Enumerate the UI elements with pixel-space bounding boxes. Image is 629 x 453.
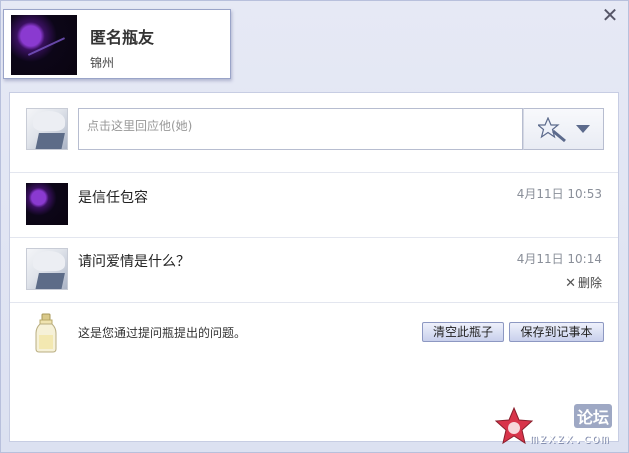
close-icon[interactable]: ✕: [600, 5, 620, 25]
message-time: 4月11日 10:53: [516, 187, 602, 201]
delete-button[interactable]: ✕ 删除: [565, 274, 602, 291]
message-text: 是信任包容: [78, 190, 148, 206]
magic-wand-icon: [538, 117, 566, 143]
sender-avatar: [26, 248, 68, 290]
sender-avatar: [26, 183, 68, 225]
profile-name: 匿名瓶友: [90, 28, 155, 47]
message-time: 4月11日 10:14: [516, 252, 602, 266]
profile-avatar: [11, 15, 77, 75]
reply-row: 点击这里回应他(她): [10, 93, 618, 173]
watermark: 论坛 mzxzx.com: [488, 402, 628, 452]
bottle-dialog: ✕ 匿名瓶友 锦州 点击这里回应他(她) 是信任包容 4月11日 10:53 请…: [0, 0, 629, 453]
avatar-decoration: [27, 37, 71, 67]
chevron-down-icon: [576, 125, 590, 133]
footer-row: 这是您通过提问瓶提出的问题。 清空此瓶子 保存到记事本: [10, 303, 618, 363]
message-row: 是信任包容 4月11日 10:53: [10, 173, 618, 238]
conversation-panel: 点击这里回应他(她) 是信任包容 4月11日 10:53 请问爱情是什么？ 4月…: [9, 92, 619, 442]
watermark-url: mzxzx.com: [530, 432, 610, 447]
reply-input[interactable]: 点击这里回应他(她): [78, 108, 523, 150]
message-row: 请问爱情是什么？ 4月11日 10:14 ✕ 删除: [10, 238, 618, 303]
my-avatar: [26, 108, 68, 150]
profile-card: 匿名瓶友 锦州: [3, 9, 231, 79]
save-to-notebook-button[interactable]: 保存到记事本: [509, 322, 604, 342]
message-text: 请问爱情是什么？: [78, 254, 190, 270]
watermark-brand: 论坛: [574, 404, 613, 428]
info-text: 这是您通过提问瓶提出的问题。: [78, 326, 247, 340]
clear-bottle-button[interactable]: 清空此瓶子: [422, 322, 504, 342]
star-logo-icon: [494, 406, 534, 445]
delete-icon: ✕: [565, 276, 576, 291]
delete-label: 删除: [577, 276, 602, 290]
profile-city: 锦州: [90, 56, 115, 70]
bottle-icon: [35, 313, 57, 353]
emoji-picker-button[interactable]: [523, 108, 604, 150]
